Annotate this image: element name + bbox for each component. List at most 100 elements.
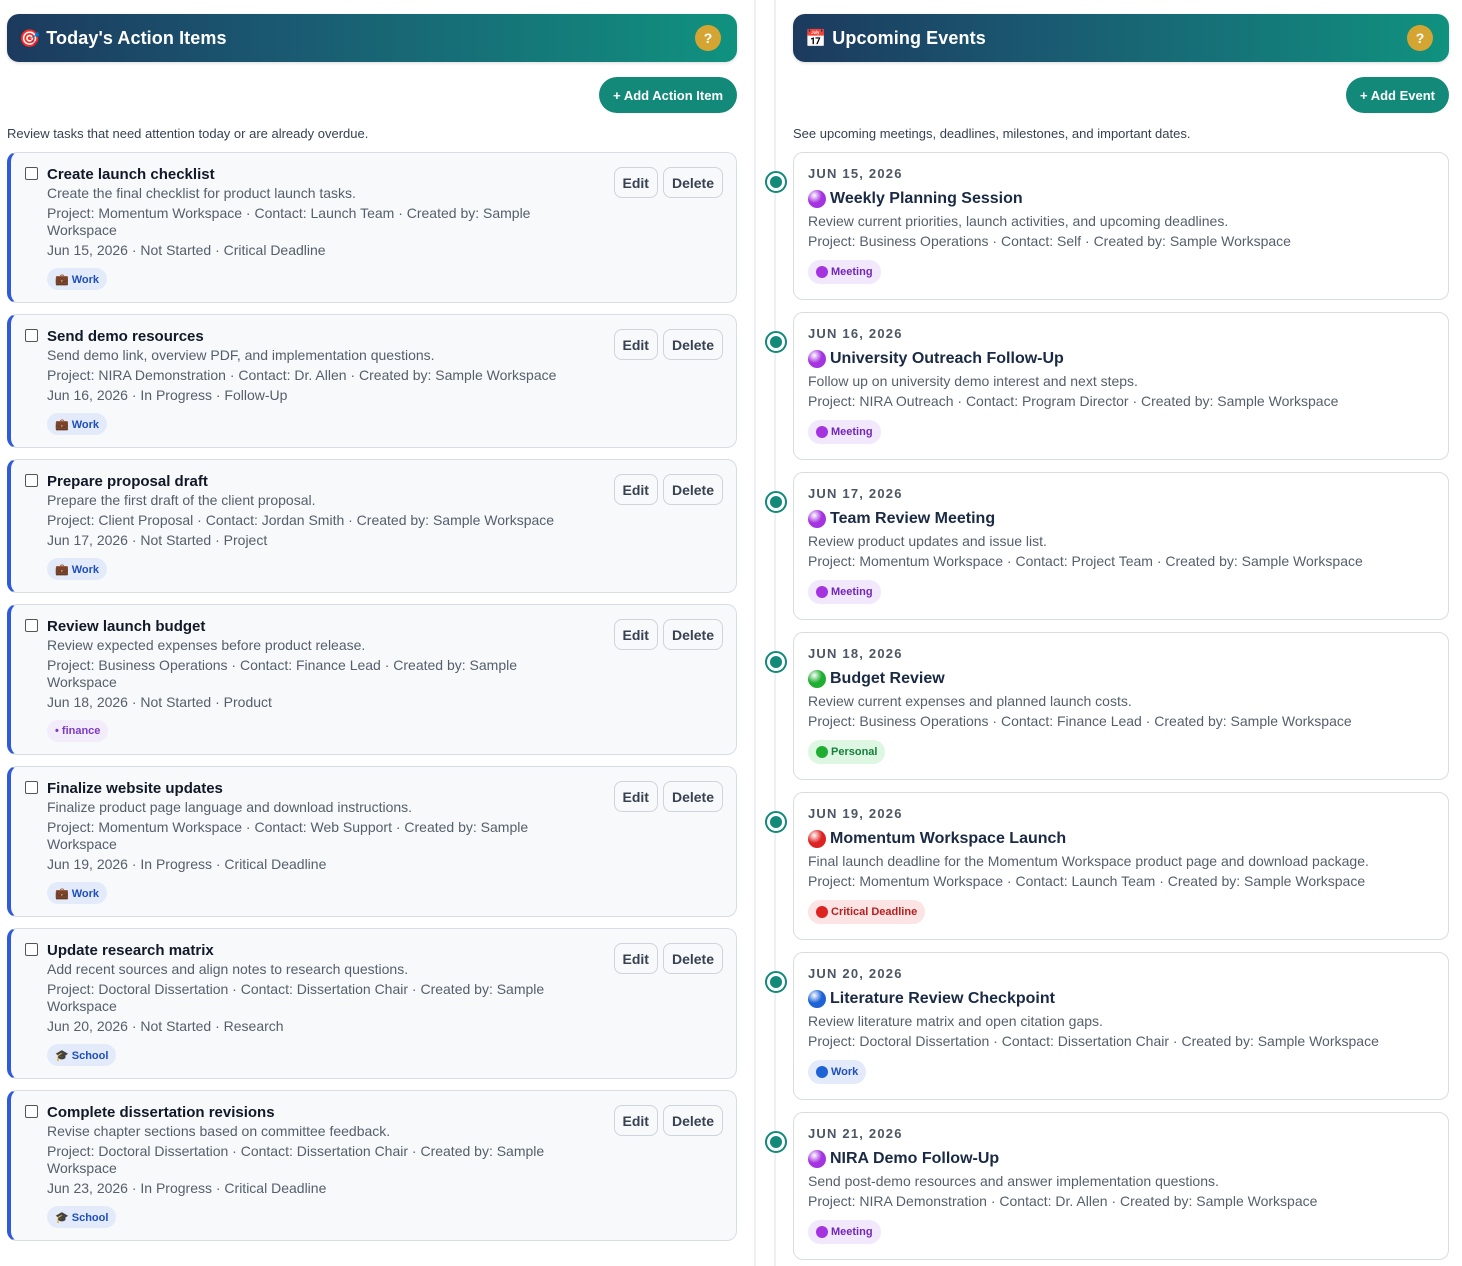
task-checkbox[interactable]: [25, 943, 38, 956]
timeline-dot: [765, 1131, 787, 1153]
task-checkbox[interactable]: [25, 781, 38, 794]
event-title-row: Momentum Workspace Launch: [808, 829, 1434, 849]
delete-button[interactable]: Delete: [662, 167, 723, 198]
task-status: Jun 23, 2026 · In Progress · Critical De…: [47, 1180, 327, 1196]
delete-button[interactable]: Delete: [662, 474, 723, 505]
add-action-item-button[interactable]: + Add Action Item: [599, 77, 737, 113]
edit-button[interactable]: Edit: [613, 329, 658, 360]
event-type-label: Meeting: [831, 426, 873, 438]
task-status: Jun 18, 2026 · Not Started · Product: [47, 694, 272, 710]
event-title: Weekly Planning Session: [830, 190, 1023, 207]
event-type-tag: Work: [808, 1060, 867, 1084]
delete-button[interactable]: Delete: [662, 943, 723, 974]
task-status: Jun 16, 2026 · In Progress · Follow-Up: [47, 387, 288, 403]
task-list: Create launch checklist Create the final …: [7, 152, 737, 1241]
task-card: Create launch checklist Create the final …: [7, 152, 737, 303]
edit-button[interactable]: Edit: [613, 619, 658, 650]
task-meta: Project: Momentum Workspace · Contact: W…: [47, 819, 529, 852]
task-category-tag: 💼 Work: [47, 558, 108, 580]
event-type-label: Personal: [831, 746, 878, 758]
dart-target-icon: 🎯: [19, 28, 41, 48]
timeline-dot: [765, 171, 787, 193]
event-date: JUN 21, 2026: [808, 1126, 903, 1141]
event-description: Review current expenses and planned laun…: [808, 693, 1132, 709]
event-description: Send post-demo resources and answer impl…: [808, 1173, 1219, 1189]
task-category-tag: 💼 Work: [47, 882, 108, 904]
event-meta: Project: Business Operations · Contact: …: [808, 233, 1291, 249]
event-type-tag: Meeting: [808, 580, 881, 604]
task-category-tag: 🎓 School: [47, 1206, 117, 1228]
task-description: Finalize product page language and downl…: [47, 799, 413, 815]
task-card: Update research matrix Add recent sources…: [7, 928, 737, 1079]
delete-button[interactable]: Delete: [662, 329, 723, 360]
event-date: JUN 20, 2026: [808, 966, 903, 981]
edit-button[interactable]: Edit: [613, 474, 658, 505]
task-status: Jun 19, 2026 · In Progress · Critical De…: [47, 856, 327, 872]
event-color-dot-icon: [808, 990, 826, 1008]
task-description: Send demo link, overview PDF, and implem…: [47, 347, 435, 363]
event-type-tag: Meeting: [808, 1220, 881, 1244]
task-actions: Edit Delete: [613, 943, 723, 974]
task-meta: Project: Momentum Workspace · Contact: L…: [47, 205, 531, 238]
task-checkbox[interactable]: [25, 619, 38, 632]
task-actions: Edit Delete: [613, 167, 723, 198]
task-actions: Edit Delete: [613, 1105, 723, 1136]
event-color-dot-icon: [808, 350, 826, 368]
event-title-row: Literature Review Checkpoint: [808, 989, 1434, 1009]
timeline-dot: [765, 491, 787, 513]
event-type-label: Critical Deadline: [831, 906, 918, 918]
task-description: Revise chapter sections based on committ…: [47, 1123, 391, 1139]
help-button[interactable]: ?: [695, 25, 721, 51]
event-type-dot-icon: [816, 266, 828, 278]
edit-button[interactable]: Edit: [613, 167, 658, 198]
task-meta: Project: NIRA Demonstration · Contact: D…: [47, 367, 557, 383]
event-title: University Outreach Follow-Up: [830, 350, 1064, 367]
event-card[interactable]: JUN 15, 2026 Weekly Planning Session Revie…: [793, 152, 1449, 300]
event-type-label: Meeting: [831, 1226, 873, 1238]
help-button[interactable]: ?: [1407, 25, 1433, 51]
task-description: Create the final checklist for product l…: [47, 185, 356, 201]
event-type-dot-icon: [816, 1066, 828, 1078]
task-checkbox[interactable]: [25, 167, 38, 180]
event-type-tag: Personal: [808, 740, 886, 764]
event-date: JUN 19, 2026: [808, 806, 903, 821]
event-description: Final launch deadline for the Momentum W…: [808, 853, 1369, 869]
event-card[interactable]: JUN 20, 2026 Literature Review Checkpoint…: [793, 952, 1449, 1100]
task-card: Prepare proposal draft Prepare the first …: [7, 459, 737, 593]
dashboard: 🎯 Today's Action Items ? + Add Action It…: [0, 0, 1462, 1266]
delete-button[interactable]: Delete: [662, 619, 723, 650]
upcoming-events-header: 📅 Upcoming Events ?: [793, 14, 1449, 62]
delete-button[interactable]: Delete: [662, 781, 723, 812]
event-type-label: Meeting: [831, 266, 873, 278]
event-meta: Project: Business Operations · Contact: …: [808, 713, 1352, 729]
edit-button[interactable]: Edit: [613, 781, 658, 812]
action-items-title-wrap: 🎯 Today's Action Items: [19, 28, 227, 49]
task-actions: Edit Delete: [613, 781, 723, 812]
edit-button[interactable]: Edit: [613, 943, 658, 974]
event-card[interactable]: JUN 17, 2026 Team Review Meeting Review pr…: [793, 472, 1449, 620]
event-card[interactable]: JUN 19, 2026 Momentum Workspace Launch Fin…: [793, 792, 1449, 940]
edit-button[interactable]: Edit: [613, 1105, 658, 1136]
event-list: JUN 15, 2026 Weekly Planning Session Revie…: [765, 152, 1449, 1260]
event-card[interactable]: JUN 16, 2026 University Outreach Follow-U…: [793, 312, 1449, 460]
task-actions: Edit Delete: [613, 619, 723, 650]
event-card[interactable]: JUN 18, 2026 Budget Review Review current …: [793, 632, 1449, 780]
event-type-tag: Meeting: [808, 420, 881, 444]
task-checkbox[interactable]: [25, 474, 38, 487]
task-meta: Project: Business Operations · Contact: …: [47, 657, 518, 690]
event-meta: Project: NIRA Outreach · Contact: Progra…: [808, 393, 1339, 409]
upcoming-events-panel: 📅 Upcoming Events ? + Add Event See upco…: [765, 14, 1449, 1266]
event-date: JUN 16, 2026: [808, 326, 903, 341]
task-checkbox[interactable]: [25, 329, 38, 342]
task-checkbox[interactable]: [25, 1105, 38, 1118]
action-items-title: Today's Action Items: [46, 27, 227, 48]
event-color-dot-icon: [808, 510, 826, 528]
add-event-row: + Add Event: [793, 62, 1449, 126]
event-card[interactable]: JUN 21, 2026 NIRA Demo Follow-Up Send post…: [793, 1112, 1449, 1260]
event-title-row: Weekly Planning Session: [808, 189, 1434, 209]
upcoming-events-title: Upcoming Events: [832, 27, 986, 48]
add-event-button[interactable]: + Add Event: [1345, 77, 1449, 113]
event-title: NIRA Demo Follow-Up: [830, 1150, 1000, 1167]
delete-button[interactable]: Delete: [662, 1105, 723, 1136]
task-description: Prepare the first draft of the client pr…: [47, 492, 316, 508]
